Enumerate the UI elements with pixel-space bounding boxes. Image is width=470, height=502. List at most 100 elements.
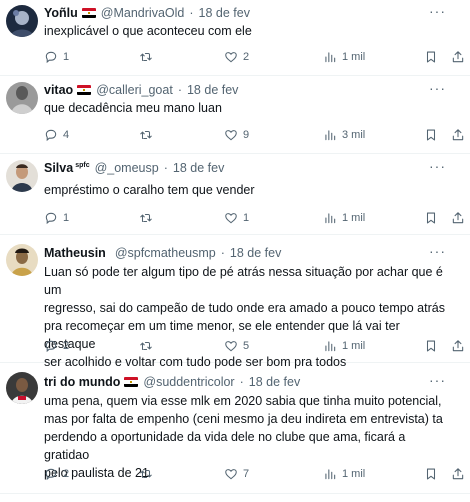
flag-icon: [124, 377, 139, 387]
action-bar: 1 1 1 mil: [44, 211, 464, 227]
bookmark-icon: [426, 51, 436, 63]
share-button[interactable]: [451, 50, 465, 64]
heart-icon: [225, 213, 237, 224]
more-options-icon[interactable]: ···: [429, 3, 446, 19]
tweet-header: tri do mundo @suddentricolor · 18 de fev: [44, 373, 300, 391]
views-icon: [325, 469, 336, 480]
retweet-button[interactable]: [139, 467, 158, 481]
reply-count: 2: [63, 468, 70, 480]
display-name[interactable]: Matheusin: [44, 246, 106, 260]
tweet-text: empréstimo o caralho tem que vender: [44, 183, 255, 197]
avatar[interactable]: [6, 372, 38, 404]
tweet[interactable]: tri do mundo @suddentricolor · 18 de fev…: [0, 364, 470, 494]
views-button[interactable]: 1 mil: [323, 467, 365, 481]
share-button[interactable]: [451, 467, 465, 481]
display-name[interactable]: Silva: [44, 161, 73, 175]
timestamp[interactable]: 18 de fev: [249, 375, 300, 389]
avatar[interactable]: [6, 244, 38, 276]
avatar-image: [6, 372, 38, 404]
bookmark-button[interactable]: [424, 467, 438, 481]
like-button[interactable]: 5: [224, 339, 249, 353]
retweet-button[interactable]: [139, 339, 158, 353]
like-count: 7: [243, 468, 250, 480]
tweet-header: vitao @calleri_goat · 18 de fev: [44, 81, 238, 99]
tweet[interactable]: Matheusin @spfcmatheusmp · 18 de fev ···…: [0, 236, 470, 369]
like-button[interactable]: 2: [224, 50, 249, 64]
separator-dot: ·: [220, 246, 225, 260]
bookmark-button[interactable]: [424, 128, 438, 142]
reply-icon: [45, 340, 57, 353]
views-icon: [325, 341, 336, 352]
like-button[interactable]: 7: [224, 467, 249, 481]
reply-button[interactable]: 1: [44, 50, 69, 64]
reply-button[interactable]: 2: [44, 467, 69, 481]
views-button[interactable]: 3 mil: [323, 128, 365, 142]
avatar[interactable]: [6, 160, 38, 192]
heart-icon: [225, 52, 237, 63]
retweet-icon: [140, 341, 152, 351]
retweet-button[interactable]: [139, 128, 158, 142]
more-options-icon[interactable]: ···: [429, 243, 446, 259]
user-handle[interactable]: @suddentricolor: [143, 375, 234, 389]
user-handle[interactable]: @calleri_goat: [96, 83, 173, 97]
action-bar: 1 2 1 mil: [44, 50, 464, 66]
reply-count: 2: [63, 340, 70, 352]
reply-button[interactable]: 1: [44, 211, 69, 225]
share-icon: [452, 129, 464, 141]
reply-button[interactable]: 4: [44, 128, 69, 142]
reply-icon: [45, 51, 57, 64]
share-button[interactable]: [451, 128, 465, 142]
tweet-header: Silva spfc @_omeusp · 18 de fev: [44, 159, 224, 177]
timestamp[interactable]: 18 de fev: [199, 6, 250, 20]
tweet-text-line: mas por falta de empenho (ceni mesmo ja …: [44, 412, 443, 426]
share-button[interactable]: [451, 211, 465, 225]
action-bar: 2 5 1 mil: [44, 339, 464, 355]
user-handle[interactable]: @MandrivaOld: [101, 6, 185, 20]
views-button[interactable]: 1 mil: [323, 50, 365, 64]
tweet-text-line: perdendo a oportunidade da vida dele no …: [44, 430, 406, 462]
like-button[interactable]: 9: [224, 128, 249, 142]
display-name[interactable]: vitao: [44, 83, 73, 97]
bookmark-button[interactable]: [424, 211, 438, 225]
views-icon: [325, 52, 336, 63]
retweet-button[interactable]: [139, 50, 158, 64]
more-options-icon[interactable]: ···: [429, 372, 446, 388]
bookmark-button[interactable]: [424, 339, 438, 353]
user-handle[interactable]: @_omeusp: [95, 161, 159, 175]
views-count: 1 mil: [342, 212, 366, 224]
tweet[interactable]: vitao @calleri_goat · 18 de fev ··· que …: [0, 77, 470, 154]
tweet-header: Yoñlu @MandrivaOld · 18 de fev: [44, 4, 250, 22]
tweet[interactable]: Yoñlu @MandrivaOld · 18 de fev ··· inexp…: [0, 0, 470, 76]
avatar[interactable]: [6, 5, 38, 37]
views-button[interactable]: 1 mil: [323, 211, 365, 225]
views-button[interactable]: 1 mil: [323, 339, 365, 353]
more-options-icon[interactable]: ···: [429, 158, 446, 174]
action-bar: 2 7 1 mil: [44, 467, 464, 483]
tweet-text-line: Luan só pode ter algum tipo de pé atrás …: [44, 265, 443, 297]
separator-dot: ·: [189, 6, 194, 20]
share-button[interactable]: [451, 339, 465, 353]
user-handle[interactable]: @spfcmatheusmp: [115, 246, 216, 260]
retweet-button[interactable]: [139, 211, 158, 225]
reply-feed: Yoñlu @MandrivaOld · 18 de fev ··· inexp…: [0, 0, 470, 502]
like-button[interactable]: 1: [224, 211, 249, 225]
timestamp[interactable]: 18 de fev: [173, 161, 224, 175]
display-name[interactable]: tri do mundo: [44, 375, 120, 389]
timestamp[interactable]: 18 de fev: [187, 83, 238, 97]
reply-icon: [45, 468, 57, 481]
tweet[interactable]: Silva spfc @_omeusp · 18 de fev ··· empr…: [0, 155, 470, 235]
tweet-text-line: regresso, sai do campeão de tudo onde er…: [44, 301, 445, 315]
views-count: 1 mil: [342, 468, 366, 480]
more-options-icon[interactable]: ···: [429, 80, 446, 96]
reply-button[interactable]: 2: [44, 339, 69, 353]
bookmark-button[interactable]: [424, 50, 438, 64]
reply-icon: [45, 212, 57, 225]
heart-icon: [225, 469, 237, 480]
avatar[interactable]: [6, 82, 38, 114]
retweet-icon: [140, 469, 152, 479]
reply-count: 1: [63, 51, 70, 63]
tweet-header: Matheusin @spfcmatheusmp · 18 de fev: [44, 244, 281, 262]
timestamp[interactable]: 18 de fev: [230, 246, 281, 260]
display-name[interactable]: Yoñlu: [44, 6, 78, 20]
flag-icon: [81, 8, 96, 18]
